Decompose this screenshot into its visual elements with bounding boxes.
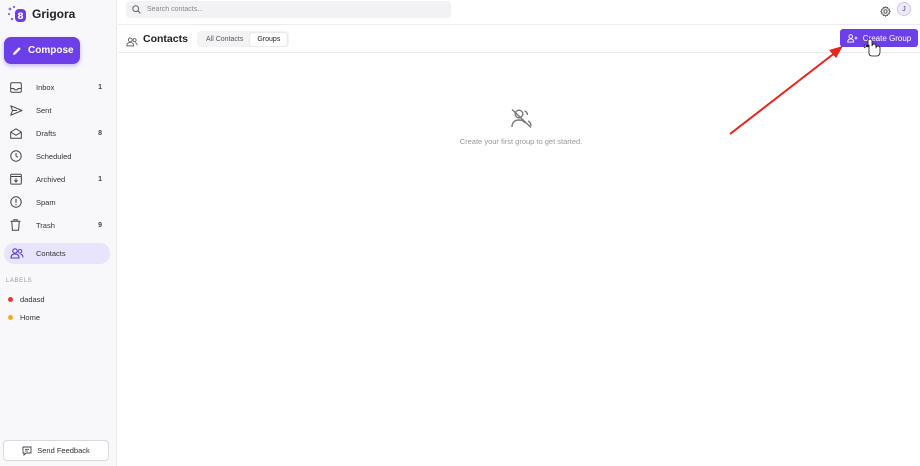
pencil-icon [13,46,21,55]
sidebar-item-contacts[interactable]: Contacts [4,243,110,264]
sidebar-item-label: Drafts [36,128,57,138]
sidebar-item-trash[interactable]: Trash 9 [4,215,110,235]
sidebar-item-label: Scheduled [36,151,72,161]
sidebar-item-count: 9 [98,221,102,229]
search-icon [132,5,141,14]
gear-icon [880,6,891,17]
label-color-dot [8,314,13,320]
contacts-header: Contacts All Contacts Groups Create Grou… [118,25,920,53]
users-off-icon [511,108,532,129]
trash-icon [10,219,26,231]
send-feedback-button[interactable]: Send Feedback [3,440,109,461]
sidebar-item-inbox[interactable]: Inbox 1 [4,77,110,97]
send-feedback-label: Send Feedback [37,446,90,455]
label-name: dadasd [20,294,45,304]
settings-button[interactable] [880,4,891,22]
app-logo[interactable]: 8 Grigora [6,4,75,24]
compose-button[interactable]: Compose [4,37,80,64]
sidebar-item-drafts[interactable]: Drafts 8 [4,123,110,143]
contacts-icon [126,34,138,52]
sidebar-item-sent[interactable]: Sent [4,100,110,120]
user-avatar[interactable]: J [897,2,911,16]
label-item-dadasd[interactable]: dadasd [8,292,45,306]
drafts-icon [10,127,26,139]
tab-all-contacts[interactable]: All Contacts [199,33,250,46]
grigora-logo-icon: 8 [7,5,26,22]
svg-text:8: 8 [17,12,23,22]
create-group-button[interactable]: Create Group [840,29,918,47]
tab-groups[interactable]: Groups [250,32,288,46]
search-box[interactable] [126,1,451,18]
add-group-icon [847,33,858,43]
app-name: Grigora [32,7,76,21]
sidebar-item-label: Sent [36,105,52,115]
clock-icon [10,150,26,162]
label-item-home[interactable]: Home [8,310,40,324]
spam-icon [10,196,26,208]
chat-bubble-icon [22,446,32,456]
sidebar-item-count: 8 [98,129,102,137]
mouse-cursor-icon [863,38,881,57]
compose-label: Compose [28,45,74,56]
sidebar-item-archived[interactable]: Archived 1 [4,169,110,189]
sidebar-item-count: 1 [98,175,102,183]
create-group-label: Create Group [862,33,912,43]
labels-heading: LABELS [6,278,33,284]
sidebar-item-label: Spam [36,197,56,207]
sidebar-item-label: Inbox [36,82,55,92]
archive-icon [10,173,26,185]
sidebar: 8 Grigora Compose Inbox 1 Sent Drafts 8 [0,0,117,466]
empty-state-message: Create your first group to get started. [459,137,583,146]
contacts-icon [10,248,26,259]
sidebar-item-label: Trash [36,220,55,230]
sidebar-item-scheduled[interactable]: Scheduled [4,146,110,166]
page-title: Contacts [143,33,188,45]
sidebar-item-spam[interactable]: Spam [4,192,110,212]
sidebar-item-label: Contacts [36,249,66,258]
inbox-icon [10,81,26,93]
empty-state-icon [510,108,533,134]
top-bar: J [118,0,920,25]
send-icon [10,104,26,116]
view-tabs: All Contacts Groups [197,31,290,47]
annotation-arrow [729,46,843,135]
sidebar-item-label: Archived [36,174,66,184]
search-input[interactable] [145,5,429,14]
label-color-dot [8,296,13,302]
sidebar-item-count: 1 [98,83,102,91]
label-name: Home [20,312,41,322]
